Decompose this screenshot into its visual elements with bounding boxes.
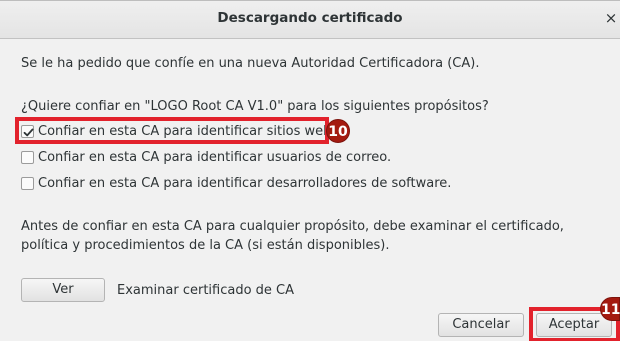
trust-software-label: Confiar en esta CA para identificar desa… — [38, 175, 452, 191]
question-text: ¿Quiere confiar en "LOGO Root CA V1.0" p… — [21, 99, 489, 114]
step-10-badge: 10 — [326, 119, 350, 143]
trust-email-label: Confiar en esta CA para identificar usua… — [38, 149, 392, 165]
trust-email-checkbox-row[interactable]: Confiar en esta CA para identificar usua… — [21, 148, 391, 166]
trust-software-checkbox-row[interactable]: Confiar en esta CA para identificar desa… — [21, 174, 451, 192]
title-bar: Descargando certificado × — [0, 1, 620, 39]
close-button[interactable]: × — [604, 9, 618, 27]
dialog-title: Descargando certificado — [217, 10, 403, 26]
download-certificate-dialog: Descargando certificado × Se le ha pedid… — [0, 0, 620, 341]
view-certificate-description: Examinar certificado de CA — [117, 283, 295, 298]
warning-text: Antes de confiar en esta CA para cualqui… — [21, 219, 564, 253]
trust-email-checkbox[interactable] — [21, 150, 34, 164]
step-11-badge: 11 — [600, 297, 620, 321]
cancel-button[interactable]: Cancelar — [438, 313, 524, 337]
trust-software-checkbox[interactable] — [21, 176, 34, 190]
intro-text: Se le ha pedido que confíe en una nueva … — [21, 56, 480, 71]
view-certificate-button[interactable]: Ver — [21, 278, 105, 302]
highlight-trust-websites — [15, 117, 329, 144]
